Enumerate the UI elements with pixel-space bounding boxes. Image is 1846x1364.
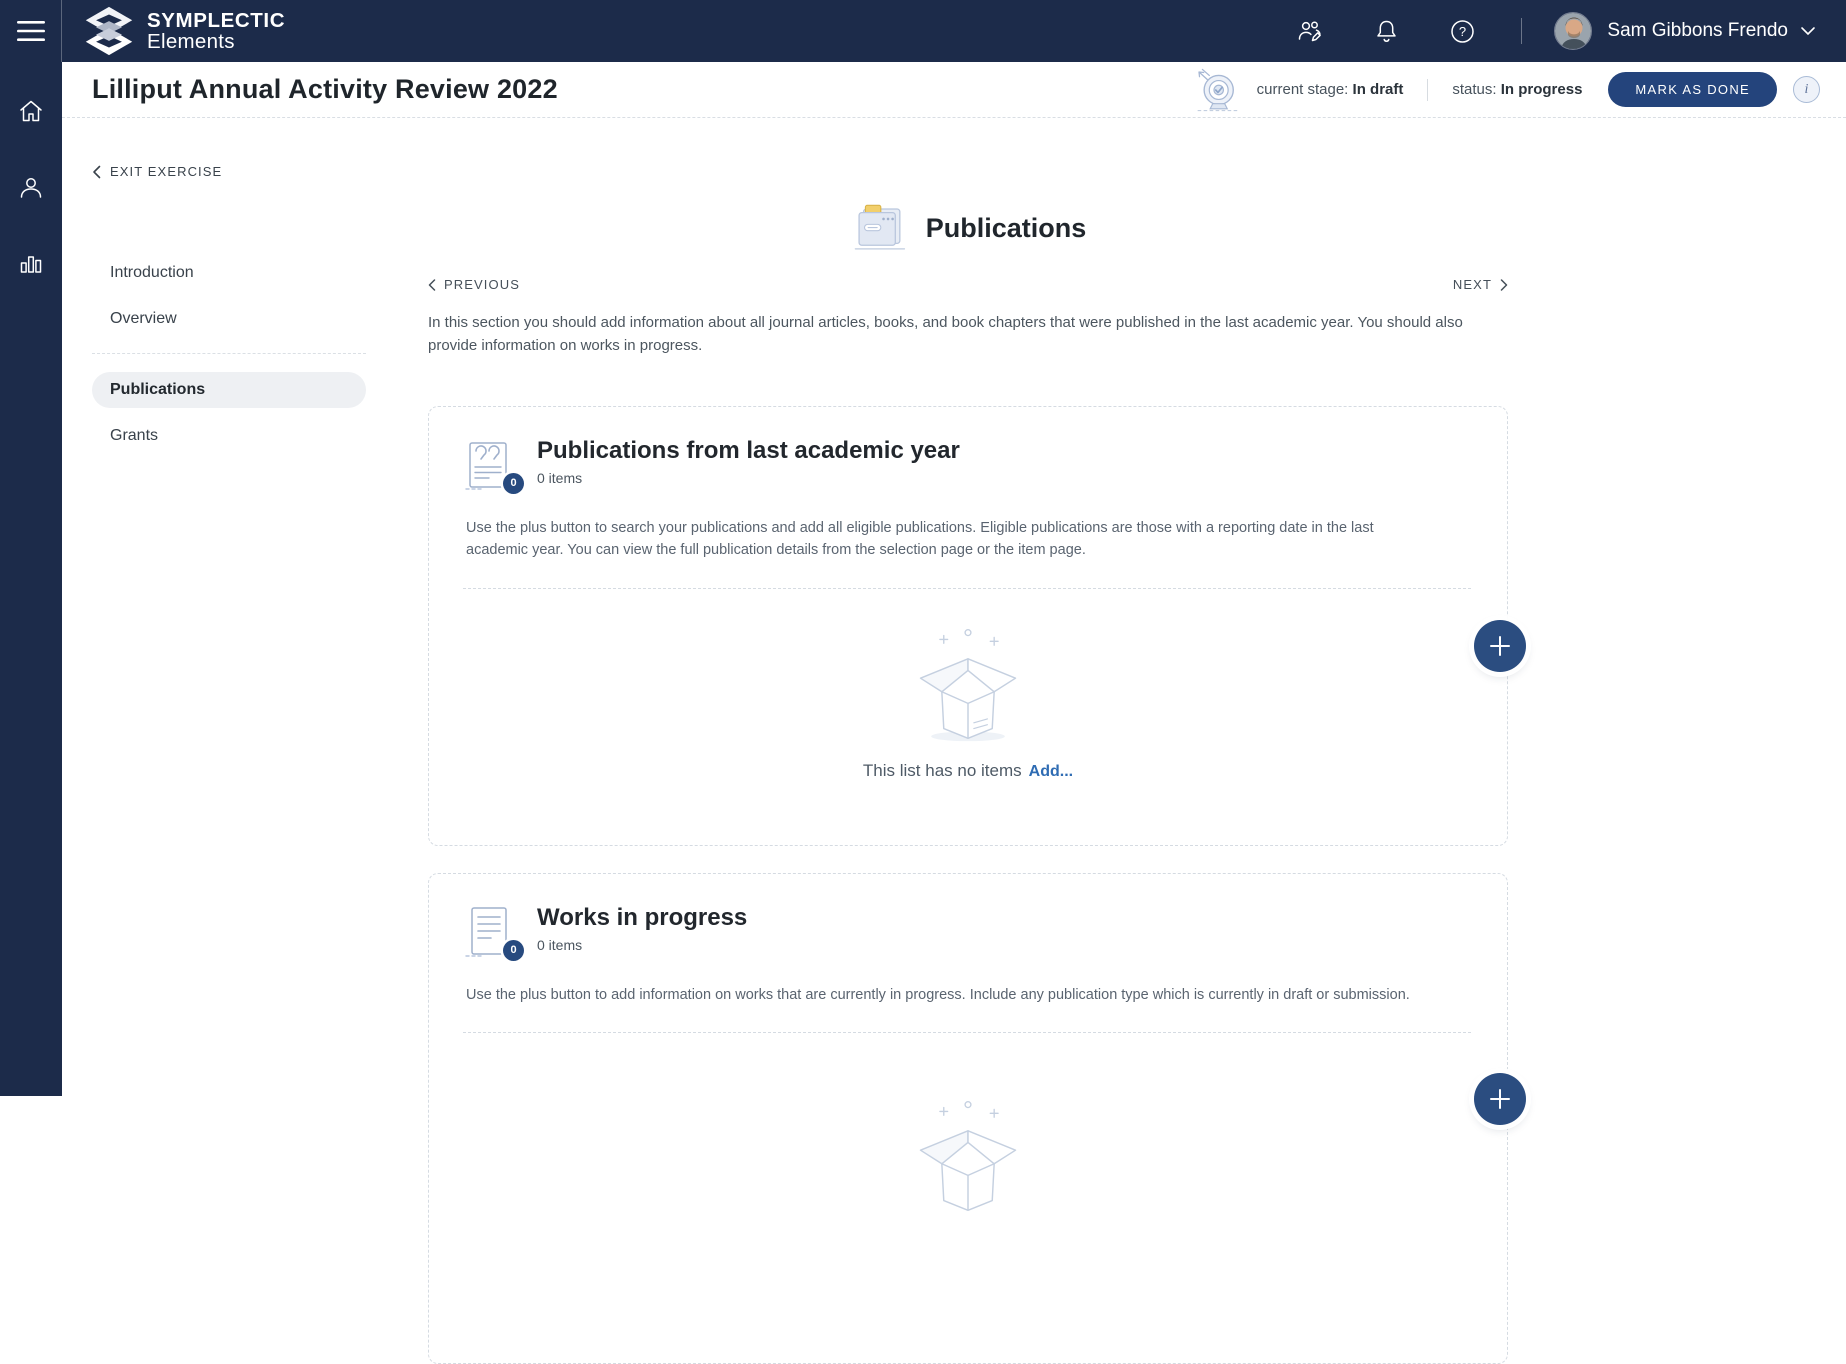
status-text: status: In progress	[1452, 81, 1582, 98]
rail-reports-button[interactable]	[18, 250, 44, 276]
hamburger-icon	[16, 21, 45, 41]
empty-box-illustration	[919, 1101, 1017, 1212]
header-divider	[1521, 18, 1523, 44]
svg-text:?: ?	[1459, 24, 1466, 39]
nav-item-grants[interactable]: Grants	[92, 418, 366, 454]
chevron-left-icon	[93, 165, 101, 178]
section-header: Publications	[428, 203, 1508, 253]
main-area: Lilliput Annual Activity Review 2022 cur…	[62, 62, 1846, 1364]
empty-state: This list has no items Add...	[429, 589, 1507, 781]
quote-document-icon: 0	[463, 435, 524, 494]
empty-state	[429, 1033, 1507, 1217]
chevron-down-icon	[1801, 27, 1815, 36]
card-item-count: 0 items	[537, 469, 583, 486]
empty-box-illustration	[919, 628, 1017, 741]
section-intro: In this section you should add informati…	[428, 314, 1463, 354]
next-label: NEXT	[1452, 277, 1492, 292]
card-drop-zone	[429, 1033, 1526, 1363]
card-header: 0 Works in progress 0 items Use the plus…	[429, 874, 1507, 1033]
pager: PREVIOUS NEXT	[428, 277, 1508, 292]
app-logo[interactable]: SYMPLECTIC Elements	[84, 5, 285, 57]
section-title: Publications	[925, 212, 1087, 243]
previous-button[interactable]: PREVIOUS	[428, 277, 520, 292]
left-rail	[0, 62, 62, 1096]
nav-item-introduction[interactable]: Introduction	[92, 255, 366, 291]
add-link[interactable]: Add...	[1029, 763, 1073, 781]
top-header: SYMPLECTIC Elements ? Sam Gibbons Frendo	[0, 0, 1846, 62]
user-menu-chevron[interactable]	[1800, 26, 1816, 36]
notifications-button[interactable]	[1375, 19, 1398, 44]
header-actions: ? Sam Gibbons Frendo	[1297, 12, 1846, 50]
user-name[interactable]: Sam Gibbons Frendo	[1607, 20, 1788, 42]
rail-home-button[interactable]	[18, 98, 44, 124]
rail-profile-button[interactable]	[18, 174, 44, 200]
exit-exercise-label: EXIT EXERCISE	[110, 164, 223, 179]
nav-divider	[92, 353, 366, 354]
publications-section: Publications PREVIOUS NEXT In this secti…	[428, 118, 1526, 1364]
info-icon[interactable]: i	[1793, 76, 1820, 103]
card-header: 0 Publications from last academic year 0…	[429, 407, 1507, 589]
logo-line1: SYMPLECTIC	[147, 9, 286, 32]
add-work-in-progress-button[interactable]	[1474, 1073, 1526, 1125]
content-area: EXIT EXERCISE Introduction Overview Publ…	[62, 118, 1846, 1364]
current-stage-text: current stage: In draft	[1257, 81, 1404, 98]
folder-icon	[854, 204, 905, 250]
card-title-block: Publications from last academic year 0 i…	[537, 435, 960, 493]
card-title-block: Works in progress 0 items	[537, 902, 747, 960]
exercise-title-bar: Lilliput Annual Activity Review 2022 cur…	[62, 62, 1846, 118]
next-button[interactable]: NEXT	[1453, 277, 1508, 292]
help-icon: ?	[1451, 19, 1475, 43]
exit-exercise-link[interactable]: EXIT EXERCISE	[92, 164, 222, 179]
status-value: In progress	[1500, 81, 1583, 98]
stage-status-group: current stage: In draft status: In progr…	[1193, 66, 1820, 114]
card-description: Use the plus button to add information o…	[466, 986, 1410, 1003]
current-stage-value: In draft	[1352, 81, 1404, 98]
count-badge: 0	[503, 472, 524, 494]
profile-icon	[20, 178, 42, 198]
page-title: Lilliput Annual Activity Review 2022	[92, 74, 558, 104]
symplectic-logo-icon	[85, 6, 133, 56]
notifications-bell-icon	[1377, 20, 1397, 42]
plus-icon	[1490, 1089, 1510, 1109]
reports-icon	[20, 256, 42, 273]
current-stage-label: current stage:	[1256, 81, 1349, 98]
count-badge: 0	[503, 939, 524, 961]
card-title: Works in progress	[537, 903, 748, 931]
card-drop-zone: This list has no items Add...	[429, 589, 1526, 845]
section-nav: Introduction Overview Publications Grant…	[92, 255, 366, 464]
stage-status-divider	[1427, 78, 1429, 101]
card-works-in-progress: 0 Works in progress 0 items Use the plus…	[428, 872, 1526, 1364]
add-publication-button[interactable]	[1474, 619, 1526, 672]
user-management-button[interactable]	[1297, 19, 1323, 43]
home-icon	[20, 100, 42, 122]
nav-item-overview[interactable]: Overview	[92, 301, 366, 337]
avatar[interactable]	[1554, 12, 1593, 50]
user-management-icon	[1299, 21, 1322, 42]
empty-text: This list has no items	[862, 760, 1022, 780]
nav-item-publications[interactable]: Publications	[92, 372, 366, 408]
help-button[interactable]: ?	[1450, 19, 1475, 44]
avatar-image	[1555, 13, 1592, 49]
card-publications-last-year: 0 Publications from last academic year 0…	[428, 405, 1526, 846]
card-description: Use the plus button to search your publi…	[466, 519, 1374, 559]
target-stage-icon	[1193, 66, 1241, 114]
hamburger-menu-button[interactable]	[0, 0, 62, 62]
chevron-right-icon	[1500, 278, 1508, 291]
logo-line2: Elements	[147, 30, 235, 53]
card-item-count: 0 items	[537, 936, 583, 953]
chevron-left-icon	[428, 278, 436, 291]
lines-document-icon: 0	[463, 902, 524, 961]
previous-label: PREVIOUS	[444, 277, 520, 292]
logo-wordmark: SYMPLECTIC Elements	[147, 10, 285, 52]
card-title: Publications from last academic year	[537, 436, 960, 464]
status-label: status:	[1452, 81, 1497, 98]
plus-icon	[1490, 635, 1510, 656]
empty-text-row: This list has no items Add...	[863, 761, 1073, 781]
mark-as-done-button[interactable]: MARK AS DONE	[1608, 72, 1777, 107]
